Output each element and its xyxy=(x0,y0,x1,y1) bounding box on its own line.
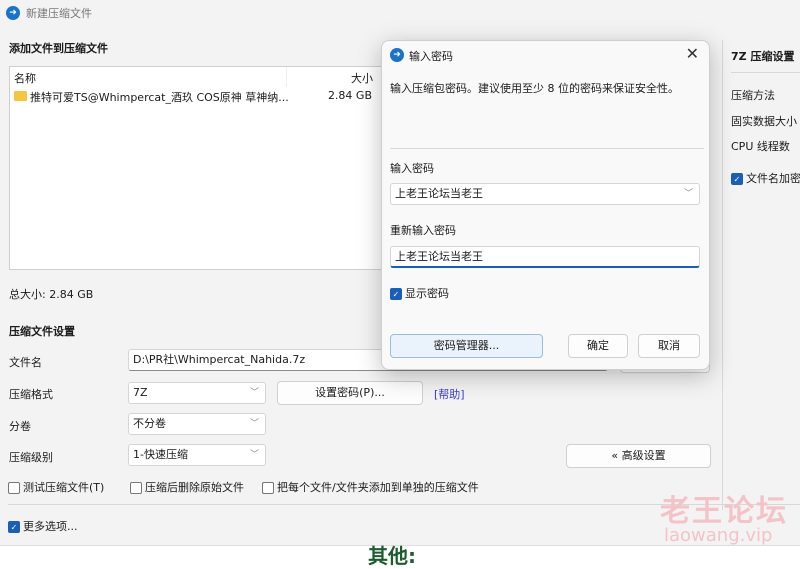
watermark: 老王论坛 xyxy=(660,494,788,529)
col-size[interactable]: 大小 xyxy=(351,70,373,86)
encrypt-names-checkbox[interactable]: ✓ 文件名加密 xyxy=(731,170,800,186)
cancel-button[interactable]: 取消 xyxy=(638,334,700,358)
ok-button[interactable]: 确定 xyxy=(568,334,628,358)
format-label: 压缩格式 xyxy=(9,388,53,401)
password-dialog: ➜ 输入密码 ✕ 输入压缩包密码。建议使用至少 8 位的密码来保证安全性。 输入… xyxy=(381,40,710,370)
file-name: 推特可爱TS@Whimpercat_酒玖 COS原神 草神纳... xyxy=(30,91,289,104)
background-text: 其他: xyxy=(368,544,416,568)
list-item[interactable]: 推特可爱TS@Whimpercat_酒玖 COS原神 草神纳... 2.84 G… xyxy=(14,89,376,105)
settings-heading: 压缩文件设置 xyxy=(9,325,75,338)
right-heading: 7Z 压缩设置 xyxy=(731,50,795,63)
filename-label: 文件名 xyxy=(9,356,42,369)
show-password-checkbox[interactable]: ✓ 显示密码 xyxy=(390,285,449,301)
window-title: 新建压缩文件 xyxy=(26,7,92,20)
solid-label: 固实数据大小 xyxy=(731,115,797,128)
dialog-description: 输入压缩包密码。建议使用至少 8 位的密码来保证安全性。 xyxy=(390,82,679,95)
chevron-down-icon: ﹀ xyxy=(683,189,693,199)
test-checkbox[interactable]: 测试压缩文件(T) xyxy=(8,479,104,495)
watermark-url: laowang.vip xyxy=(664,525,773,546)
files-heading: 添加文件到压缩文件 xyxy=(9,42,108,55)
folder-icon xyxy=(14,91,27,101)
app-icon: ➜ xyxy=(6,6,20,20)
col-name[interactable]: 名称 xyxy=(14,70,36,86)
help-link[interactable]: [帮助] xyxy=(434,386,465,402)
split-select[interactable]: 不分卷 ﹀ xyxy=(128,413,266,435)
more-options-checkbox[interactable]: ✓ 更多选项... xyxy=(8,518,78,534)
password-confirm-input[interactable]: 上老王论坛当老王 xyxy=(390,246,700,268)
total-size: 总大小: 2.84 GB xyxy=(9,288,94,301)
level-label: 压缩级别 xyxy=(9,451,53,464)
chevron-down-icon: ﹀ xyxy=(249,388,259,398)
cpu-label: CPU 线程数 xyxy=(731,140,790,153)
file-size: 2.84 GB xyxy=(327,89,372,102)
password-label: 输入密码 xyxy=(390,162,434,175)
password-manager-button[interactable]: 密码管理器... xyxy=(390,334,543,358)
password-input[interactable]: 上老王论坛当老王 ﹀ xyxy=(390,183,700,205)
file-list[interactable]: 名称 大小 推特可爱TS@Whimpercat_酒玖 COS原神 草神纳... … xyxy=(9,66,382,270)
each-checkbox[interactable]: 把每个文件/文件夹添加到单独的压缩文件 xyxy=(262,479,479,495)
chevron-down-icon: ﹀ xyxy=(249,419,259,429)
set-password-button[interactable]: 设置密码(P)... xyxy=(277,381,423,405)
dialog-title: 输入密码 xyxy=(409,50,453,63)
chevron-down-icon: ﹀ xyxy=(249,450,259,460)
app-icon: ➜ xyxy=(390,48,404,62)
advanced-button[interactable]: « 高级设置 xyxy=(566,444,711,468)
split-label: 分卷 xyxy=(9,420,31,433)
password-confirm-label: 重新输入密码 xyxy=(390,224,456,237)
format-select[interactable]: 7Z ﹀ xyxy=(128,382,266,404)
delete-checkbox[interactable]: 压缩后删除原始文件 xyxy=(130,479,244,495)
close-icon[interactable]: ✕ xyxy=(686,44,699,63)
level-select[interactable]: 1-快速压缩 ﹀ xyxy=(128,444,266,466)
method-label: 压缩方法 xyxy=(731,89,775,102)
